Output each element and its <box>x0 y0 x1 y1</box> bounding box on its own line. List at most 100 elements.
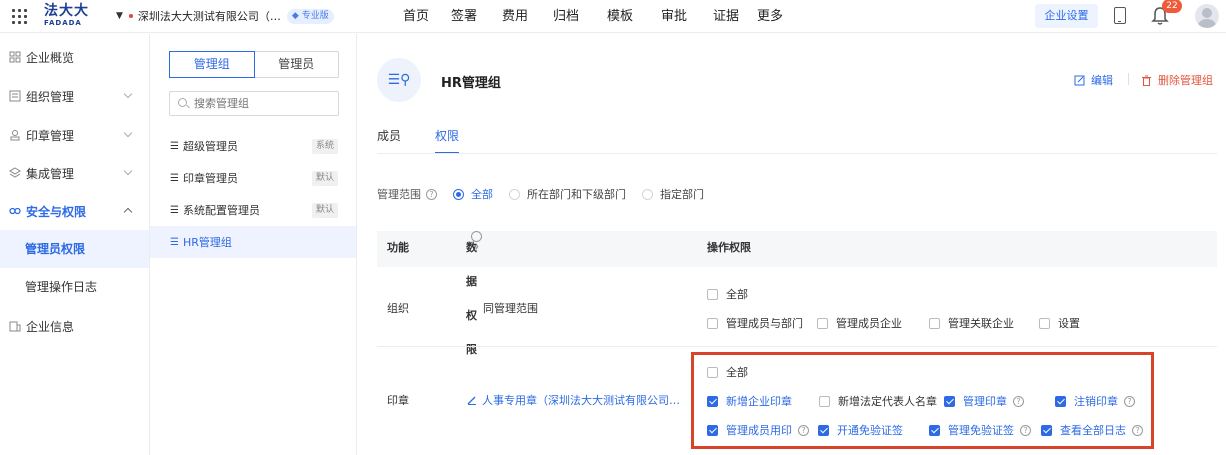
delete-group-button[interactable]: 删除管理组 <box>1141 72 1213 88</box>
group-item[interactable]: ☰ 系统配置管理员 默认 <box>150 194 356 226</box>
row-function: 印章 <box>387 394 409 407</box>
radio-icon <box>642 188 653 200</box>
group-tag: 系统 <box>311 139 338 154</box>
sidebar-item-overview[interactable]: 企业概览 <box>0 38 149 76</box>
highlight-box <box>691 352 1154 449</box>
app-grid-icon[interactable] <box>12 9 27 24</box>
search-icon <box>178 98 187 107</box>
chevron-up-icon <box>123 207 133 217</box>
checkbox-icon <box>707 317 718 329</box>
radio-icon <box>509 188 520 200</box>
group-detail: ☰⚲ HR管理组 编辑 删除管理组 成员 权限 管理范围 ? 全部 所在部门和下… <box>357 34 1226 455</box>
edition-badge: ◆ 专业版 <box>286 8 334 24</box>
group-icon: ☰ <box>170 140 179 152</box>
org-icon <box>9 90 21 102</box>
group-search-input[interactable] <box>169 91 339 116</box>
checkbox-label: 管理成员企业 <box>836 317 902 330</box>
overview-icon <box>9 51 21 63</box>
group-name: 系统配置管理员 <box>182 204 260 217</box>
scope-option-specified[interactable]: 指定部门 <box>642 186 704 202</box>
nav-item-fees[interactable]: 费用 <box>492 0 538 33</box>
group-icon: ☰ <box>170 172 179 184</box>
help-icon[interactable]: ? <box>426 188 437 200</box>
sidebar-item-label: 集成管理 <box>26 166 75 181</box>
divider <box>1128 73 1129 85</box>
checkbox-label: 设置 <box>1058 317 1080 330</box>
sidebar-item-label: 企业概览 <box>26 50 75 65</box>
nav-item-home[interactable]: 首页 <box>396 0 436 33</box>
group-icon: ☰ <box>170 236 179 248</box>
checkbox-org-all[interactable]: 全部 <box>707 286 748 302</box>
integration-icon <box>9 167 21 178</box>
nav-item-evidence[interactable]: 证据 <box>702 0 750 33</box>
sidebar-item-integration[interactable]: 集成管理 <box>0 154 149 192</box>
scope-option-label: 全部 <box>471 188 493 201</box>
nav-item-templates[interactable]: 模板 <box>594 0 646 33</box>
edition-badge-label: 专业版 <box>301 10 329 21</box>
sidebar: 企业概览 组织管理 印章管理 集成管理 安全与权限 管理员权限 管理操作日志 企… <box>0 34 150 455</box>
checkbox-org-affiliated-companies[interactable]: 管理关联企业 <box>929 315 1014 331</box>
company-switcher[interactable]: ▼ 深圳法大大测试有限公司（… ◆ 专业版 <box>116 8 334 24</box>
scope-option-dept[interactable]: 所在部门和下级部门 <box>509 186 626 202</box>
sidebar-subitem-admin-permissions[interactable]: 管理员权限 <box>0 230 149 268</box>
sidebar-item-seal[interactable]: 印章管理 <box>0 116 149 154</box>
company-settings-button[interactable]: 企业设置 <box>1035 4 1098 28</box>
group-tag: 默认 <box>311 171 338 186</box>
permissions-table-header: 功能 数据权限? 操作权限 <box>377 231 1217 356</box>
tabs-divider <box>377 153 1217 154</box>
nav-item-approval[interactable]: 审批 <box>646 0 702 33</box>
group-name: 印章管理员 <box>182 172 238 185</box>
group-avatar-icon: ☰⚲ <box>377 58 421 102</box>
checkbox-org-members-depts[interactable]: 管理成员与部门 <box>707 315 803 331</box>
groups-segmented-control: 管理组 管理员 <box>169 51 339 78</box>
sidebar-subitem-admin-log[interactable]: 管理操作日志 <box>0 268 149 306</box>
nav-item-more[interactable]: 更多 <box>750 0 790 33</box>
logo[interactable]: 法大大 FADADA <box>44 3 90 31</box>
chevron-down-icon <box>123 89 133 99</box>
sidebar-item-org[interactable]: 组织管理 <box>0 77 149 115</box>
checkbox-icon <box>817 317 828 329</box>
scope-option-label: 所在部门和下级部门 <box>527 188 626 201</box>
tab-members[interactable]: 成员 <box>377 124 401 154</box>
help-icon[interactable]: ? <box>471 231 482 253</box>
top-bar: 法大大 FADADA ▼ 深圳法大大测试有限公司（… ◆ 专业版 首页 签署 费… <box>0 0 1226 33</box>
nav-item-archive[interactable]: 归档 <box>538 0 594 33</box>
tab-groups[interactable]: 管理组 <box>169 51 255 78</box>
detail-tabs: 成员 权限 <box>377 124 493 154</box>
mobile-icon[interactable] <box>1114 7 1126 24</box>
sidebar-item-security[interactable]: 安全与权限 <box>0 192 149 230</box>
edit-icon <box>1074 75 1085 85</box>
group-item[interactable]: ☰ 印章管理员 默认 <box>150 162 356 194</box>
scope-label: 管理范围 <box>377 188 421 201</box>
status-dot-icon <box>128 14 133 18</box>
header-operations: 操作权限 <box>707 241 751 254</box>
row-data-scope: 同管理范围 <box>483 302 538 315</box>
page-title: HR管理组 <box>441 76 501 91</box>
checkbox-org-member-companies[interactable]: 管理成员企业 <box>817 315 902 331</box>
group-name: 超级管理员 <box>182 140 238 153</box>
tab-permissions[interactable]: 权限 <box>435 124 460 154</box>
sidebar-item-company-info[interactable]: 企业信息 <box>0 307 149 345</box>
avatar[interactable] <box>1195 4 1219 28</box>
logo-text: 法大大 <box>44 3 89 19</box>
radio-icon <box>453 188 464 200</box>
group-icon: ☰ <box>170 204 179 216</box>
seal-scope-link[interactable]: 人事专用章（深圳法大大测试有限公司… <box>467 392 680 408</box>
sidebar-item-label: 企业信息 <box>26 319 75 334</box>
tab-admins[interactable]: 管理员 <box>255 52 339 77</box>
checkbox-icon <box>707 288 718 300</box>
chevron-down-icon <box>123 166 133 176</box>
chevron-down-icon: ▼ <box>116 11 123 21</box>
checkbox-org-settings[interactable]: 设置 <box>1039 315 1080 331</box>
group-item[interactable]: ☰ 超级管理员 系统 <box>150 130 356 162</box>
scope-option-all[interactable]: 全部 <box>453 186 493 202</box>
main-nav: 首页 签署 费用 归档 模板 审批 证据 更多 <box>396 0 790 33</box>
scope-selector: 管理范围 ? 全部 所在部门和下级部门 指定部门 <box>377 186 704 202</box>
group-item-selected[interactable]: ☰ HR管理组 <box>150 226 356 258</box>
nav-item-sign[interactable]: 签署 <box>436 0 492 33</box>
checkbox-icon <box>1039 317 1050 329</box>
edit-button[interactable]: 编辑 <box>1074 72 1113 88</box>
checkbox-label: 管理关联企业 <box>948 317 1014 330</box>
seal-icon <box>10 130 20 141</box>
sidebar-item-label: 印章管理 <box>26 128 75 143</box>
